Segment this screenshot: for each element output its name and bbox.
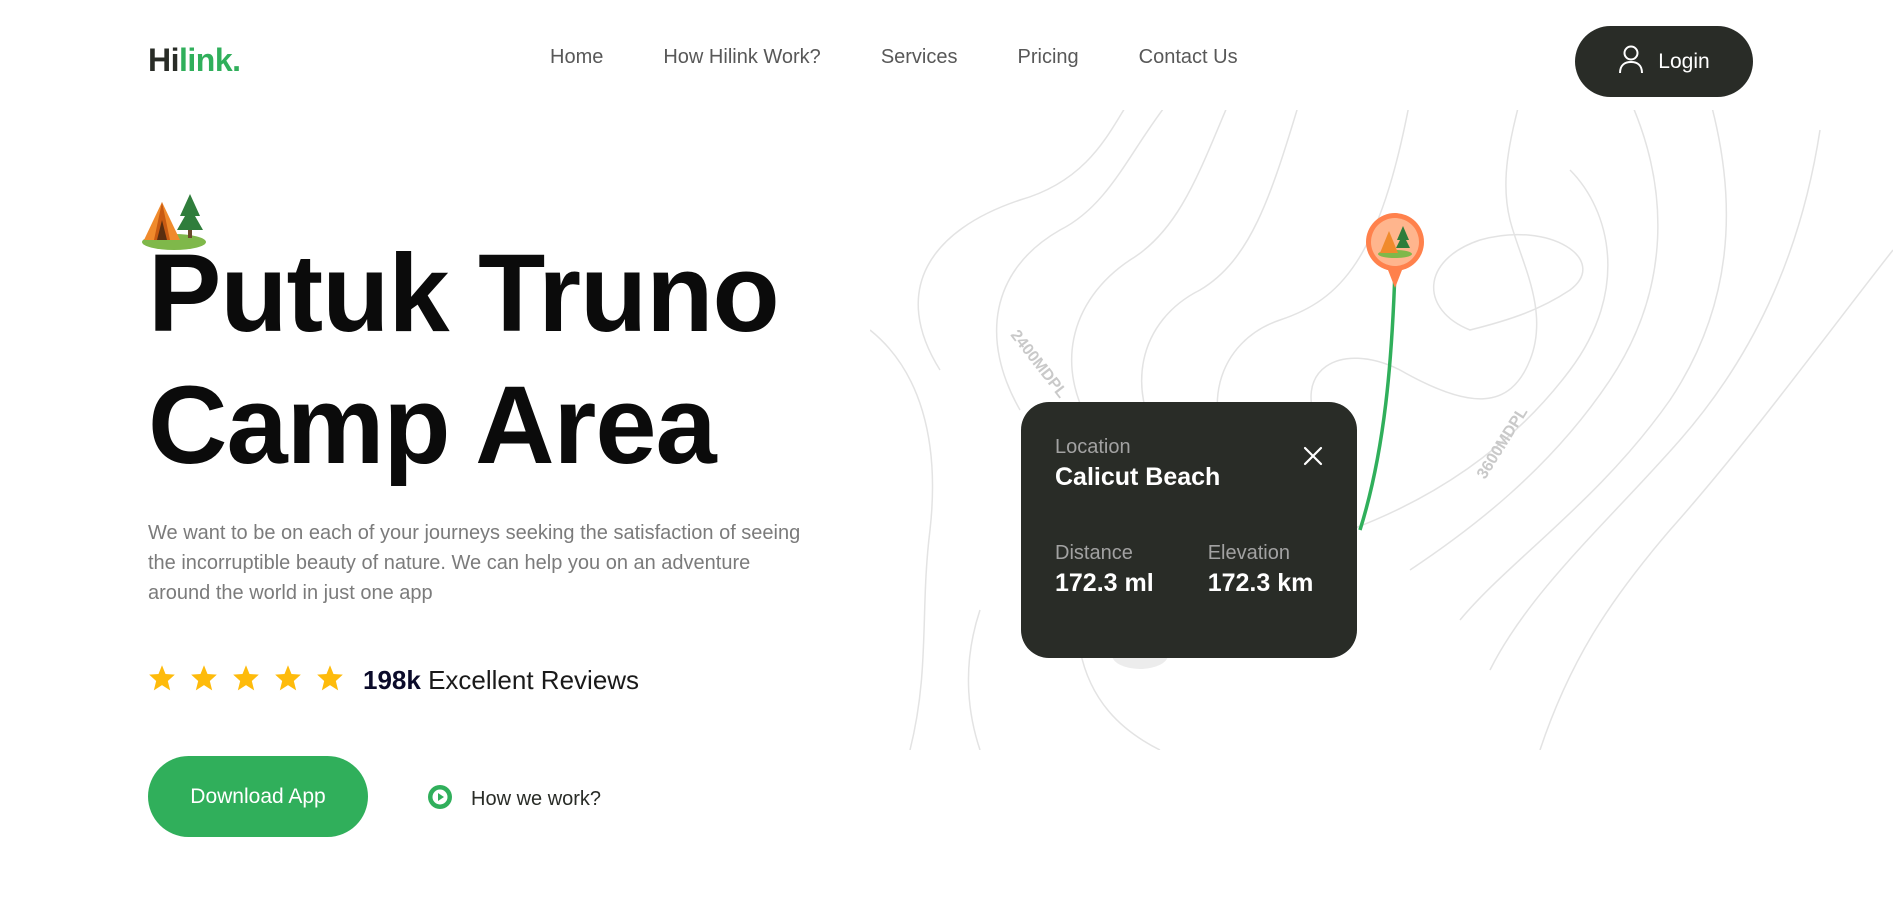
card-stats: Distance 172.3 ml Elevation 172.3 km: [1055, 542, 1323, 598]
nav-contact-us[interactable]: Contact Us: [1139, 46, 1238, 69]
close-icon[interactable]: [1303, 446, 1323, 471]
location-value: Calicut Beach: [1055, 463, 1221, 491]
how-we-work-label: How we work?: [471, 788, 602, 810]
route-line: [1358, 269, 1397, 531]
hero-description: We want to be on each of your journeys s…: [148, 522, 801, 604]
star-icon: [275, 665, 301, 691]
nav-pricing[interactable]: Pricing: [1018, 46, 1079, 69]
download-app-label: Download App: [190, 784, 326, 808]
nav-home[interactable]: Home: [550, 46, 603, 69]
location-card: Location Calicut Beach Distance 172.3 ml…: [1021, 402, 1357, 658]
distance-value: 172.3 ml: [1055, 569, 1154, 597]
elevation-block: Elevation 172.3 km: [1208, 542, 1314, 598]
elevation-value: 172.3 km: [1207, 569, 1314, 597]
download-app-button[interactable]: Download App: [148, 756, 368, 837]
star-icon: [149, 665, 175, 691]
reviews-text: 198k Excellent Reviews: [363, 665, 639, 696]
distance-label: Distance: [1055, 542, 1133, 564]
hero-title: Putuk Truno Camp Area: [148, 228, 780, 492]
star-icon: [317, 665, 343, 691]
reviews-label: Excellent Reviews: [428, 665, 640, 695]
login-button[interactable]: Login: [1575, 26, 1753, 97]
elevation-label: Elevation: [1207, 542, 1290, 564]
hero-title-line2: Camp Area: [148, 364, 717, 487]
location-label: Location: [1055, 436, 1131, 458]
map-label-2400: 2400MDPL: [1007, 327, 1070, 401]
play-icon: [427, 784, 453, 815]
login-label: Login: [1658, 49, 1710, 73]
user-icon: [1618, 44, 1644, 79]
logo-link: link.: [179, 42, 241, 78]
nav-how-hilink-work[interactable]: How Hilink Work?: [663, 46, 820, 69]
hero-title-line1: Putuk Truno: [148, 232, 780, 355]
main-nav: Home How Hilink Work? Services Pricing C…: [550, 46, 1238, 69]
star-icon: [191, 665, 217, 691]
how-we-work-link[interactable]: How we work?: [427, 784, 601, 815]
map-label-3600: 3600MDPL: [1474, 404, 1531, 482]
reviews-count: 198k: [363, 665, 421, 695]
star-icon: [233, 665, 259, 691]
distance-block: Distance 172.3 ml: [1055, 542, 1154, 598]
nav-services[interactable]: Services: [881, 46, 958, 69]
logo-hi: Hi: [148, 42, 180, 78]
logo[interactable]: Hilink.: [148, 42, 241, 79]
rating-stars: [148, 664, 344, 691]
map-pin-icon: [1366, 213, 1424, 288]
